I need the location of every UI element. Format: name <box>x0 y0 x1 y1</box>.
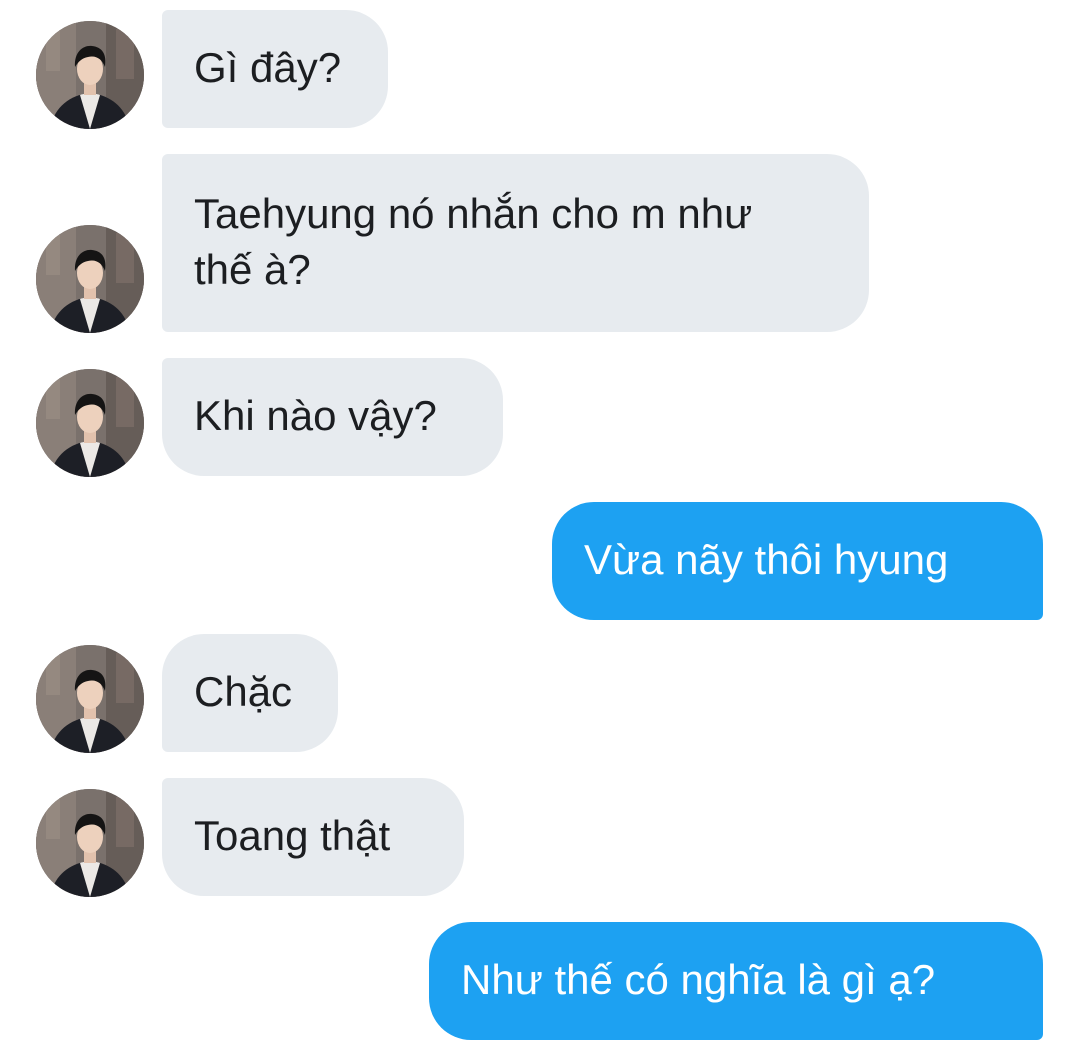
message-bubble-incoming[interactable]: Gì đây? <box>162 10 388 128</box>
message-bubble-outgoing[interactable]: Như thế có nghĩa là gì ạ? <box>429 922 1043 1040</box>
avatar-photo-icon <box>36 369 144 477</box>
avatar[interactable] <box>36 789 144 897</box>
message-bubble-outgoing[interactable]: Vừa nãy thôi hyung <box>552 502 1043 620</box>
avatar-photo-icon <box>36 789 144 897</box>
avatar-photo-icon <box>36 645 144 753</box>
message-bubble-incoming[interactable]: Chặc <box>162 634 338 752</box>
avatar-photo-icon <box>36 21 144 129</box>
message-bubble-incoming[interactable]: Toang thật <box>162 778 464 896</box>
avatar[interactable] <box>36 369 144 477</box>
message-bubble-incoming[interactable]: Taehyung nó nhắn cho m như thế à? <box>162 154 869 332</box>
avatar-photo-icon <box>36 225 144 333</box>
avatar[interactable] <box>36 225 144 333</box>
avatar[interactable] <box>36 645 144 753</box>
message-bubble-incoming[interactable]: Khi nào vậy? <box>162 358 503 476</box>
avatar[interactable] <box>36 21 144 129</box>
